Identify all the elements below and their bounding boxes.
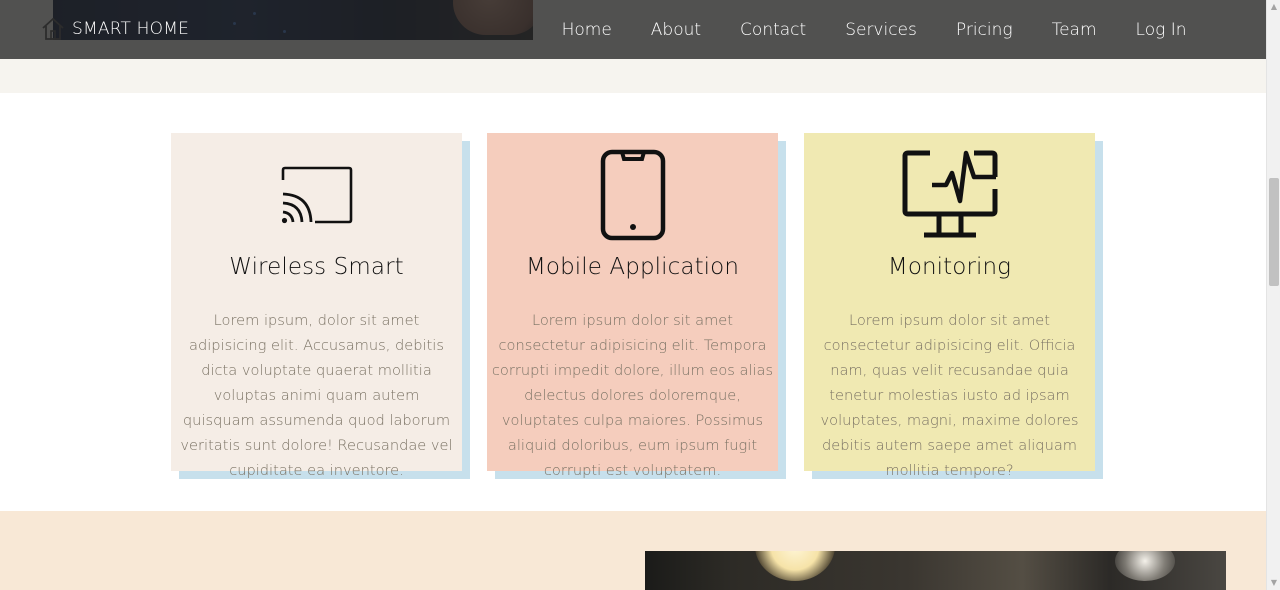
brand[interactable]: SMART HOME bbox=[40, 14, 189, 44]
card-title: Mobile Application bbox=[525, 254, 740, 280]
card-body: Lorem ipsum, dolor sit amet adipisicing … bbox=[180, 312, 453, 479]
card-title: Wireless Smart bbox=[229, 254, 404, 280]
cast-icon bbox=[281, 166, 352, 224]
card: Monitoring Lorem ipsum dolor sit amet co… bbox=[804, 133, 1095, 479]
monitor-pulse-icon bbox=[902, 150, 997, 238]
feature-card-mobile: Mobile Application Lorem ipsum dolor sit… bbox=[487, 133, 786, 479]
features-section: Wireless Smart Lorem ipsum, dolor sit am… bbox=[0, 93, 1266, 511]
nav-team[interactable]: Team bbox=[1032, 20, 1116, 40]
feature-card-monitoring: Monitoring Lorem ipsum dolor sit amet co… bbox=[804, 133, 1103, 479]
card-icon-box bbox=[171, 147, 462, 243]
bulb-glow bbox=[1115, 551, 1175, 581]
page: SMART HOME Home About Contact Services P… bbox=[0, 0, 1280, 590]
home-icon bbox=[42, 17, 64, 40]
bottom-section bbox=[0, 511, 1266, 590]
nav-home[interactable]: Home bbox=[542, 20, 631, 40]
bulb-glow bbox=[755, 551, 835, 581]
scrollbar[interactable]: ▲ ▼ bbox=[1266, 0, 1280, 590]
card: Mobile Application Lorem ipsum dolor sit… bbox=[487, 133, 778, 479]
feature-card-wireless: Wireless Smart Lorem ipsum, dolor sit am… bbox=[171, 133, 470, 479]
card-title: Monitoring bbox=[887, 254, 1012, 280]
card: Wireless Smart Lorem ipsum, dolor sit am… bbox=[171, 133, 462, 479]
card-body: Lorem ipsum dolor sit amet consectetur a… bbox=[820, 312, 1079, 479]
nav-about[interactable]: About bbox=[631, 20, 720, 40]
card-body: Lorem ipsum dolor sit amet consectetur a… bbox=[491, 312, 774, 479]
nav-contact[interactable]: Contact bbox=[721, 20, 826, 40]
brand-name: SMART HOME bbox=[72, 19, 190, 39]
nav-services[interactable]: Services bbox=[826, 20, 937, 40]
scroll-thumb[interactable] bbox=[1269, 178, 1279, 286]
nav-links: Home About Contact Services Pricing Team… bbox=[542, 0, 1206, 59]
navbar: SMART HOME Home About Contact Services P… bbox=[0, 0, 1266, 59]
nav-login[interactable]: Log In bbox=[1116, 20, 1206, 40]
card-icon-box bbox=[804, 147, 1095, 243]
scroll-down-arrow-icon[interactable]: ▼ bbox=[1267, 576, 1280, 590]
scroll-up-arrow-icon[interactable]: ▲ bbox=[1267, 0, 1280, 14]
lightbulb-image bbox=[645, 551, 1226, 590]
nav-pricing[interactable]: Pricing bbox=[936, 20, 1032, 40]
smartphone-icon bbox=[600, 149, 665, 241]
card-icon-box bbox=[487, 147, 778, 243]
